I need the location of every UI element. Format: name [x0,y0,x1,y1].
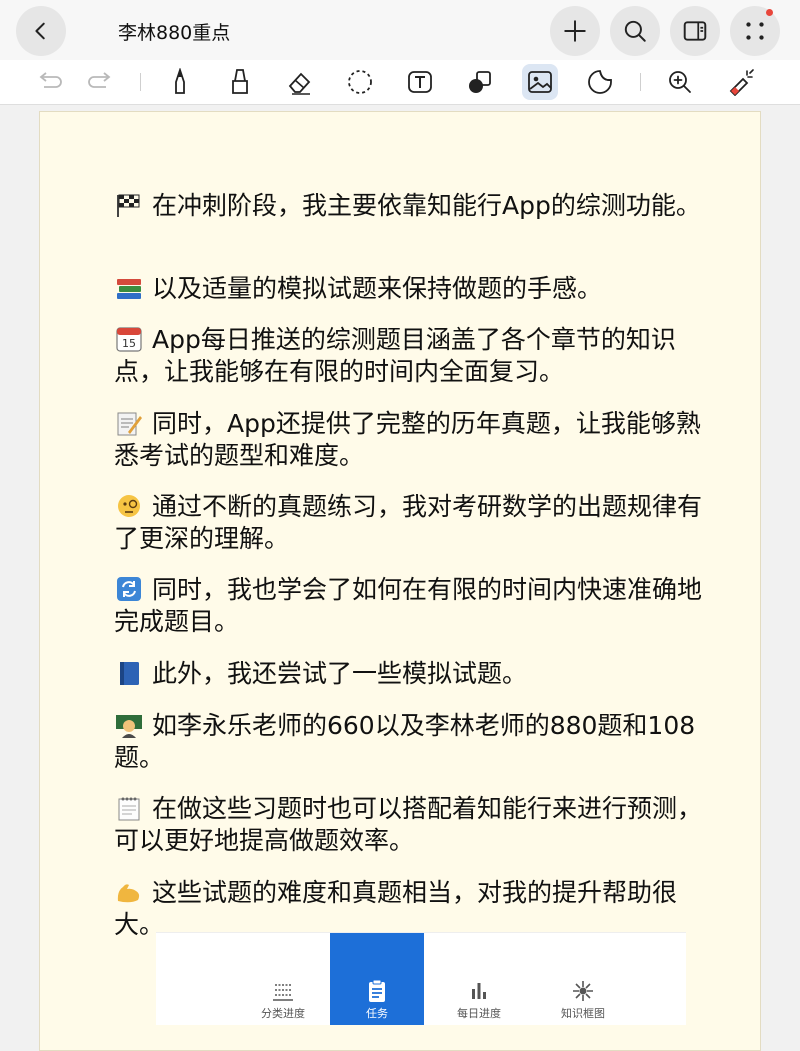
bar-chart-icon [472,983,486,999]
embedded-app-screenshot[interactable]: 分类进度 任务 每日进度 知识框图 [156,932,686,1025]
app-tab-knowledge-map: 知识框图 [536,933,630,1025]
note-paragraph-3: 15 App每日推送的综测题目涵盖了各个章节的知识点，让我能够在有限的时间内全面复… [114,324,714,388]
note-paragraph-2: 以及适量的模拟试题来保持做题的手感。 [114,273,714,305]
note-paragraph-6: 同时，我也学会了如何在有限的时间内快速准确地完成题目。 [114,574,714,638]
search-icon [624,20,646,42]
note-paragraph-1: 在冲刺阶段，我主要依靠知能行App的综测功能。 [114,190,714,222]
teacher-icon [116,715,142,738]
spiral-notepad-icon [118,797,140,821]
paragraph-text: 通过不断的真题练习，我对考研数学的出题规律有了更深的理解。 [114,492,703,553]
redo-button[interactable] [82,64,118,100]
paragraph-text: App每日推送的综测题目涵盖了各个章节的知识点，让我能够在有限的时间内全面复习。 [114,325,676,386]
lasso-icon [348,70,372,94]
note-paragraph-4: 同时，App还提供了完整的历年真题，让我能够熟悉考试的题型和难度。 [114,408,714,472]
app-tab-label: 分类进度 [261,1007,305,1020]
pen-icon [175,68,185,94]
clipboard-icon [369,979,385,1002]
paragraph-text: 这些试题的难度和真题相当，对我的提升帮助很大。 [114,878,678,939]
image-tool[interactable] [522,64,558,100]
shapes-tool[interactable] [462,64,498,100]
zoom-tool[interactable] [662,64,698,100]
page-title: 李林880重点 [118,22,231,44]
flexed-biceps-icon [117,884,140,903]
note-paragraph-5: 通过不断的真题练习，我对考研数学的出题规律有了更深的理解。 [114,491,714,555]
paragraph-text: 以及适量的模拟试题来保持做题的手感。 [152,274,603,303]
list-icon [273,984,293,1001]
undo-button[interactable] [32,64,68,100]
refresh-icon [117,577,141,601]
back-button[interactable] [16,6,66,56]
mindmap-icon [573,981,593,1001]
sticker-icon [588,70,612,94]
svg-text:15: 15 [122,337,136,350]
memo-icon [117,412,142,436]
back-icon [35,22,45,40]
drawing-toolbar [0,60,800,105]
chequered-flag-icon [117,194,140,217]
eraser-tool[interactable] [282,64,318,100]
app-tab-category-progress: 分类进度 [236,933,330,1025]
sidebar-toggle-icon [683,21,707,41]
plus-icon [564,20,586,42]
laser-pointer-icon [729,69,754,96]
undo-icon [39,72,62,88]
app-tab-tasks: 任务 [330,933,424,1025]
books-icon [117,279,141,299]
lasso-tool[interactable] [342,64,378,100]
pen-tool[interactable] [162,64,198,100]
app-tab-label: 每日进度 [457,1007,501,1020]
sticker-tool[interactable] [582,64,618,100]
text-tool[interactable] [402,64,438,100]
toolbar-separator [140,73,141,91]
sidebar-toggle-button[interactable] [670,6,720,56]
zoom-icon [669,71,691,93]
eraser-icon [288,72,311,95]
paragraph-text: 同时，App还提供了完整的历年真题，让我能够熟悉考试的题型和难度。 [114,409,701,470]
top-bar: 李林880重点 [0,0,800,60]
notification-dot [766,9,773,16]
paragraph-text: 此外，我还尝试了一些模拟试题。 [152,659,528,688]
laser-pointer-tool[interactable] [722,64,758,100]
blue-book-icon [120,662,139,685]
paragraph-text: 在做这些习题时也可以搭配着知能行来进行预测，可以更好地提高做题效率。 [114,794,703,855]
app-tab-label: 任务 [366,1007,388,1020]
app-tab-label: 知识框图 [561,1007,605,1020]
search-button[interactable] [610,6,660,56]
redo-icon [88,72,111,88]
text-icon [408,71,432,93]
paragraph-text: 如李永乐老师的660以及李林老师的880题和108题。 [114,711,696,772]
highlighter-icon [232,69,248,94]
note-paragraph-9: 在做这些习题时也可以搭配着知能行来进行预测，可以更好地提高做题效率。 [114,793,714,857]
note-paragraph-7: 此外，我还尝试了一些模拟试题。 [114,658,714,690]
toolbar-separator [640,73,641,91]
add-button[interactable] [550,6,600,56]
image-icon [528,71,552,93]
paragraph-text: 同时，我也学会了如何在有限的时间内快速准确地完成题目。 [114,575,703,636]
calendar-icon: 15 [116,327,142,352]
paragraph-text: 在冲刺阶段，我主要依靠知能行App的综测功能。 [152,191,701,220]
highlighter-tool[interactable] [222,64,258,100]
note-paragraph-8: 如李永乐老师的660以及李林老师的880题和108题。 [114,710,714,774]
shapes-icon [469,71,491,93]
monocle-face-icon [118,495,140,517]
app-tab-daily-progress: 每日进度 [432,933,526,1025]
more-icon [746,22,764,40]
